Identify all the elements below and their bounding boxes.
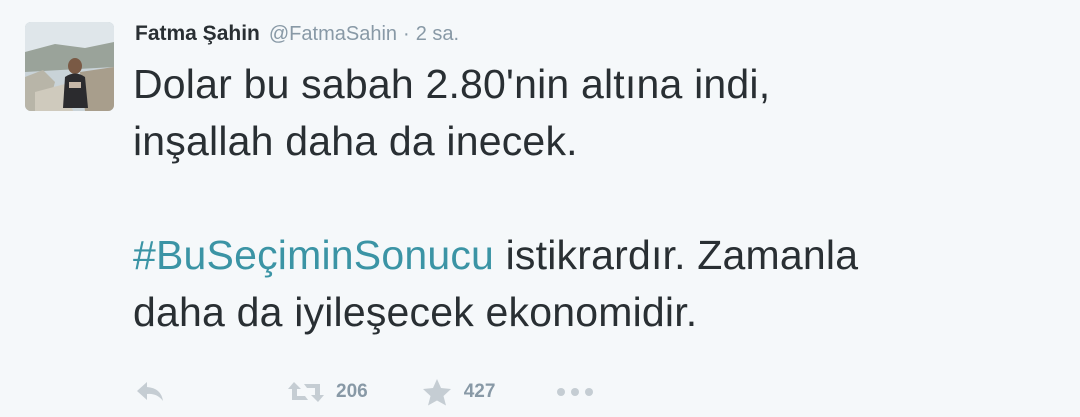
author-full-name[interactable]: Fatma Şahin — [135, 22, 260, 46]
tweet-text-segment: istikrardır. Zamanla — [494, 232, 859, 278]
tweet-header: Fatma Şahin @FatmaSahin · 2 sa. — [135, 22, 459, 52]
reply-button[interactable] — [135, 380, 171, 404]
profile-photo — [25, 22, 114, 111]
retweet-icon — [288, 382, 324, 402]
retweet-count: 206 — [336, 381, 368, 402]
tweet-card: Fatma Şahin @FatmaSahin · 2 sa. Dolar bu… — [0, 0, 1080, 417]
favorite-count: 427 — [463, 381, 496, 402]
tweet-timestamp[interactable]: 2 sa. — [416, 23, 459, 46]
tweet-text-line: inşallah daha da inecek. — [133, 118, 578, 164]
favorite-button[interactable]: 427 — [422, 378, 496, 406]
tweet-actions: 206 427 — [135, 374, 595, 410]
tweet-text-line: Dolar bu sabah 2.80'nin altına indi, — [133, 61, 771, 107]
retweet-button[interactable]: 206 — [288, 380, 368, 404]
more-dots-icon — [557, 388, 594, 396]
tweet-text-line: #BuSeçiminSonucu istikrardır. Zamanla — [133, 227, 1053, 284]
header-separator: · — [403, 23, 410, 45]
star-icon — [422, 379, 451, 406]
reply-icon — [137, 382, 163, 401]
author-username[interactable]: @FatmaSahin — [269, 23, 397, 46]
tweet-text-line: daha da iyileşecek ekonomidir. — [133, 289, 698, 335]
more-options-button[interactable] — [555, 386, 595, 398]
hashtag-link[interactable]: #BuSeçiminSonucu — [133, 232, 494, 278]
avatar[interactable] — [25, 22, 114, 111]
tweet-text: Dolar bu sabah 2.80'nin altına indi, inş… — [133, 56, 1053, 341]
